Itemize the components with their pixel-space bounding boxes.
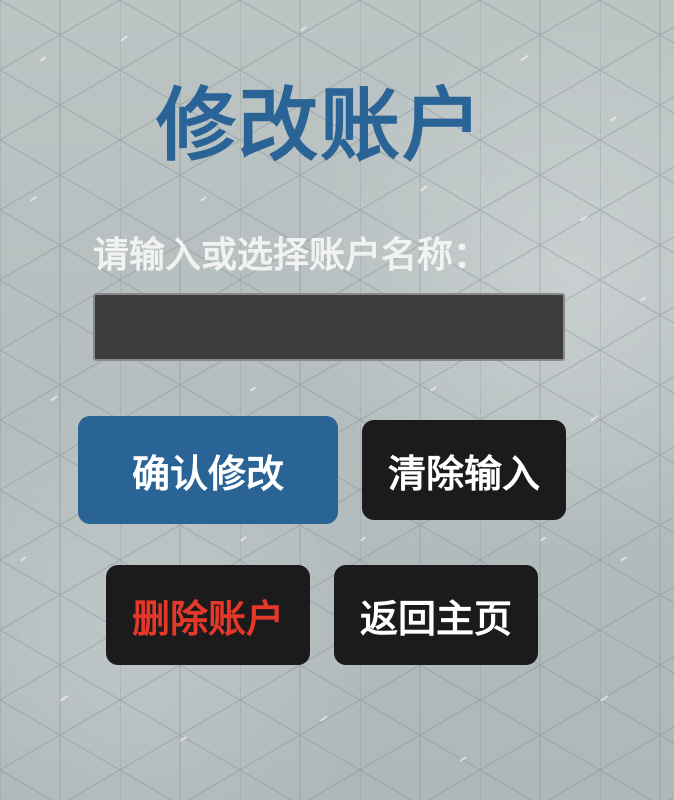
delete-account-button[interactable]: 删除账户 [106, 565, 310, 665]
account-name-label: 请输入或选择账户名称： [93, 235, 490, 276]
page-title: 修改账户 [156, 79, 484, 172]
return-home-button[interactable]: 返回主页 [334, 565, 538, 665]
clear-input-button[interactable]: 清除输入 [362, 420, 566, 520]
confirm-modify-button[interactable]: 确认修改 [78, 416, 338, 524]
account-name-input[interactable] [93, 293, 565, 361]
